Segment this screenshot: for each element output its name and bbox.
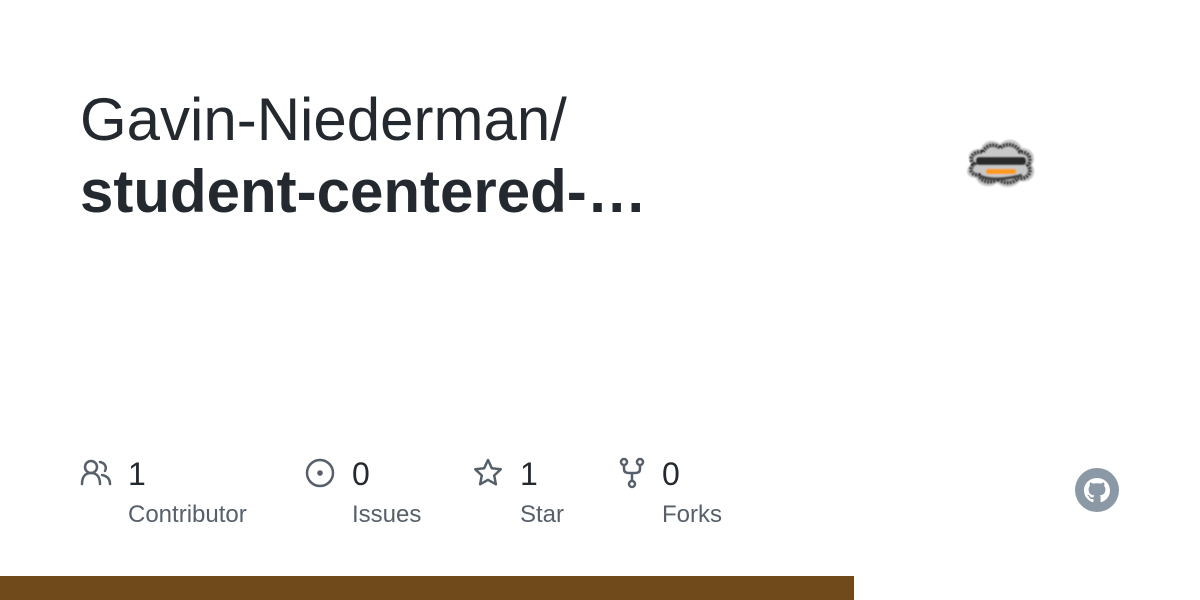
github-logo-icon[interactable] [1074, 467, 1120, 513]
repository-stats: 1 Contributor 0 Issues 1 Star 0 Forks [80, 452, 800, 536]
stat-issues[interactable]: 0 Issues [304, 452, 454, 536]
contributors-count: 1 [128, 456, 146, 492]
issues-count: 0 [352, 456, 370, 492]
star-icon [474, 458, 502, 486]
user-avatar[interactable] [958, 130, 1042, 196]
stars-count: 1 [520, 456, 538, 492]
language-bar [0, 576, 855, 600]
issues-label: Issues [352, 501, 422, 528]
repository-title: Gavin-Niederman/ student-centered-… [80, 84, 840, 228]
forks-label: Forks [662, 501, 722, 528]
repository-name[interactable]: student-centered-… [80, 156, 840, 228]
repository-owner[interactable]: Gavin-Niederman/ [80, 84, 840, 156]
contributors-label: Contributor [128, 501, 247, 528]
stat-contributors[interactable]: 1 Contributor [80, 452, 270, 536]
issue-open-icon [305, 458, 335, 488]
stars-label: Star [520, 501, 565, 528]
repo-forked-icon [619, 457, 645, 489]
people-icon [80, 459, 112, 486]
forks-count: 0 [662, 456, 680, 492]
stat-stars[interactable]: 1 Star [472, 452, 592, 536]
stat-forks[interactable]: 0 Forks [616, 452, 786, 536]
